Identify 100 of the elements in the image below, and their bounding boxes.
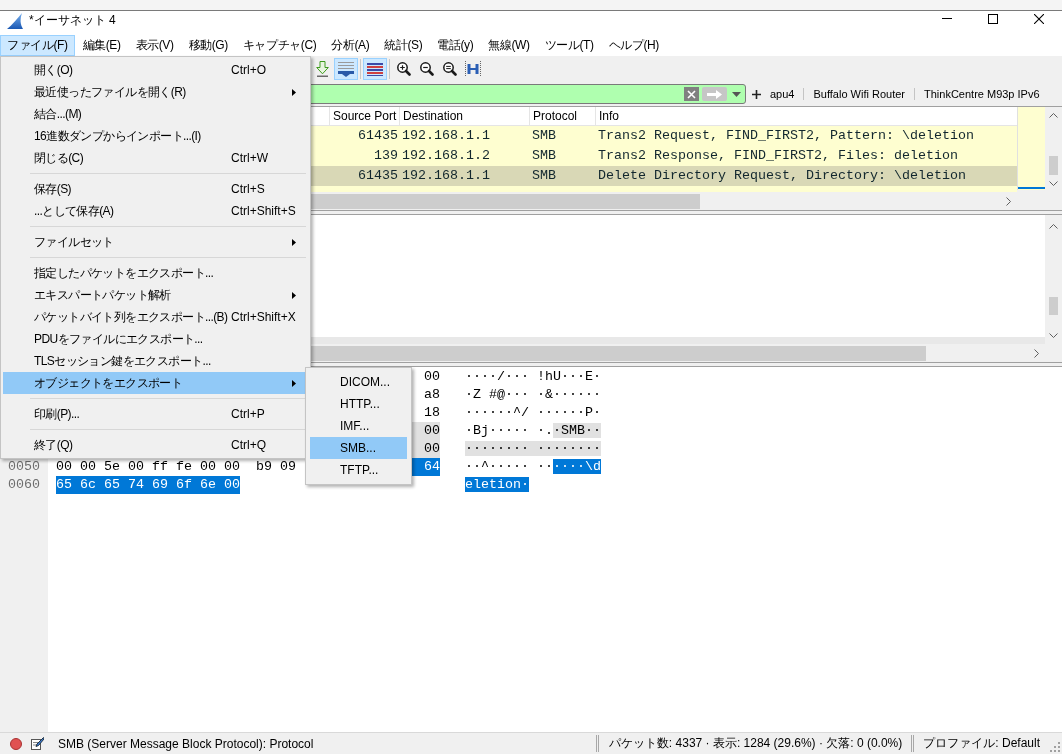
menu-item[interactable]: TFTP...	[310, 459, 407, 481]
byte-offset: 0050	[8, 459, 40, 474]
ascii-text: ·Bj····· ·.	[464, 423, 553, 438]
status-text: SMB (Server Message Block Protocol): Protocol	[58, 736, 314, 751]
menu-bar-item[interactable]: 無線(W)	[481, 35, 537, 56]
add-filter-button[interactable]	[752, 89, 761, 99]
menu-bar-item[interactable]: キャプチャ(C)	[235, 35, 324, 56]
auto-scroll-button[interactable]	[334, 58, 358, 80]
zoom-in-icon	[396, 62, 411, 76]
chevron-up-icon[interactable]	[1049, 224, 1058, 229]
ascii-text: eletion·	[464, 477, 529, 492]
menu-bar-item[interactable]: 移動(G)	[181, 35, 235, 56]
table-cell-text: Delete Directory Request, Directory: \deletion	[597, 167, 967, 185]
menu-item[interactable]: 指定したパケットをエクスポート...	[3, 262, 308, 284]
chevron-down-icon[interactable]	[1049, 333, 1058, 338]
menu-item[interactable]: 終了(Q) Ctrl+Q	[3, 434, 308, 456]
plus-icon	[752, 89, 761, 99]
table-cell-text: Trans2 Request, FIND_FIRST2, Pattern: \deletion	[597, 127, 975, 145]
menu-bar-item[interactable]: 分析(A)	[324, 35, 377, 56]
table-cell-text: 192.168.1.1	[401, 127, 491, 145]
table-cell-text: 192.168.1.1	[401, 167, 491, 185]
status-dot-icon[interactable]	[10, 737, 22, 750]
minimize-icon	[942, 18, 952, 19]
menu-item[interactable]: HTTP...	[310, 393, 407, 415]
ascii-text: ····/··· !hU···E·	[464, 369, 601, 384]
menu-item[interactable]: 閉じる(C) Ctrl+W	[3, 147, 308, 169]
menu-item[interactable]: DICOM...	[310, 371, 407, 393]
menu-bar-item[interactable]: ファイル(F)	[0, 35, 75, 56]
arrow-to-line-icon	[316, 61, 329, 77]
shortcut-label: Ctrl+W	[231, 151, 268, 165]
chevron-up-icon[interactable]	[1049, 113, 1058, 118]
column-header[interactable]: Destination	[399, 107, 529, 125]
table-cell-text: 61435	[357, 167, 399, 185]
chevron-right-icon[interactable]	[1006, 196, 1011, 206]
table-cell-text: 61435	[357, 127, 399, 145]
lines-arrow-icon	[337, 61, 355, 77]
scrollbar-thumb[interactable]	[1049, 156, 1058, 175]
shortcut-label: Ctrl+Shift+S	[231, 204, 296, 218]
menu-item[interactable]: 結合...(M)	[3, 103, 308, 125]
packet-map[interactable]	[1017, 107, 1045, 190]
menu-item[interactable]: 16進数ダンプからインポート...(I)	[3, 125, 308, 147]
menu-item[interactable]: SMB...	[310, 437, 407, 459]
column-header[interactable]: Source Port	[329, 107, 399, 125]
packet-count-text: パケット数: 4337 · 表示: 1284 (29.6%) · 欠落: 0 (0.0%)	[608, 735, 903, 752]
menu-bar-item[interactable]: 編集(E)	[75, 35, 128, 56]
menu-item[interactable]: エキスパートパケット解析	[3, 284, 308, 306]
profile-text[interactable]: プロファイル: Default	[923, 735, 1040, 752]
filter-button[interactable]: apu4	[761, 85, 804, 103]
column-header[interactable]: Protocol	[529, 107, 595, 125]
menu-item[interactable]: 開く(O) Ctrl+O	[3, 59, 308, 81]
menu-bar-item[interactable]: ヘルプ(H)	[601, 35, 666, 56]
menu-item[interactable]: 最近使ったファイルを開く(R)	[3, 81, 308, 103]
caret-down-icon	[732, 91, 741, 97]
maximize-icon	[988, 13, 998, 24]
chevron-right-icon[interactable]	[1034, 348, 1039, 358]
hex-bytes: 00	[423, 368, 440, 386]
shortcut-label: Ctrl+Q	[231, 438, 266, 452]
ascii-text: ········ ········	[464, 441, 601, 456]
table-cell-text: SMB	[531, 147, 557, 165]
menu-bar-item[interactable]: 表示(V)	[128, 35, 181, 56]
hex-bytes: 00	[411, 440, 440, 458]
shortcut-label: Ctrl+O	[231, 63, 266, 77]
menu-item[interactable]: 印刷(P)... Ctrl+P	[3, 403, 308, 425]
clear-filter-button[interactable]	[684, 87, 699, 101]
arrow-right-icon	[707, 89, 722, 99]
filter-button[interactable]: ThinkCentre M93p IPv6	[915, 85, 1049, 103]
menu-bar-item[interactable]: 統計(S)	[377, 35, 430, 56]
table-cell-text: SMB	[531, 127, 557, 145]
x-icon	[687, 89, 696, 99]
chevron-down-icon[interactable]	[1049, 181, 1058, 186]
size-grip-icon[interactable]	[1050, 742, 1060, 752]
menu-item[interactable]: TLSセッション鍵をエクスポート...	[3, 350, 308, 372]
hex-bytes: 18	[423, 404, 440, 422]
zoom-out-icon	[419, 62, 434, 76]
menu-bar-item[interactable]: ツール(T)	[537, 35, 601, 56]
menu-item[interactable]: IMF...	[310, 415, 407, 437]
ascii-text: ······^/ ······P·	[464, 405, 601, 420]
ascii-text: ·Z #@··· ·&······	[464, 387, 601, 402]
view-marker	[1018, 187, 1045, 189]
shortcut-label: Ctrl+P	[231, 407, 265, 421]
colorize-button[interactable]	[363, 58, 387, 80]
close-icon	[1034, 13, 1044, 24]
menu-item[interactable]: オブジェクトをエクスポート	[3, 372, 308, 394]
filter-button[interactable]: Buffalo Wifi Router	[804, 85, 914, 103]
table-cell-text: Trans2 Response, FIND_FIRST2, Files: deletion	[597, 147, 959, 165]
menu-item[interactable]: ファイルセット	[3, 231, 308, 253]
ascii-text: ····\d	[552, 459, 601, 474]
zoom-reset-icon	[442, 62, 457, 76]
menu-item[interactable]: PDUをファイルにエクスポート...	[3, 328, 308, 350]
scrollbar-thumb[interactable]	[1049, 297, 1058, 315]
menu-bar-item[interactable]: 電話(y)	[430, 35, 481, 56]
shortcut-label: Ctrl+Shift+X	[231, 310, 296, 324]
byte-offset: 0060	[8, 477, 40, 492]
hex-bytes: 64	[411, 458, 440, 476]
hex-bytes: a8	[423, 386, 440, 404]
menu-item[interactable]: ...として保存(A) Ctrl+Shift+S	[3, 200, 308, 222]
window-title: *イーサネット 4	[29, 12, 116, 29]
hex-bytes: 00	[411, 422, 440, 440]
menu-item[interactable]: パケットバイト列をエクスポート...(B) Ctrl+Shift+X	[3, 306, 308, 328]
note-pencil-icon[interactable]	[31, 737, 44, 750]
